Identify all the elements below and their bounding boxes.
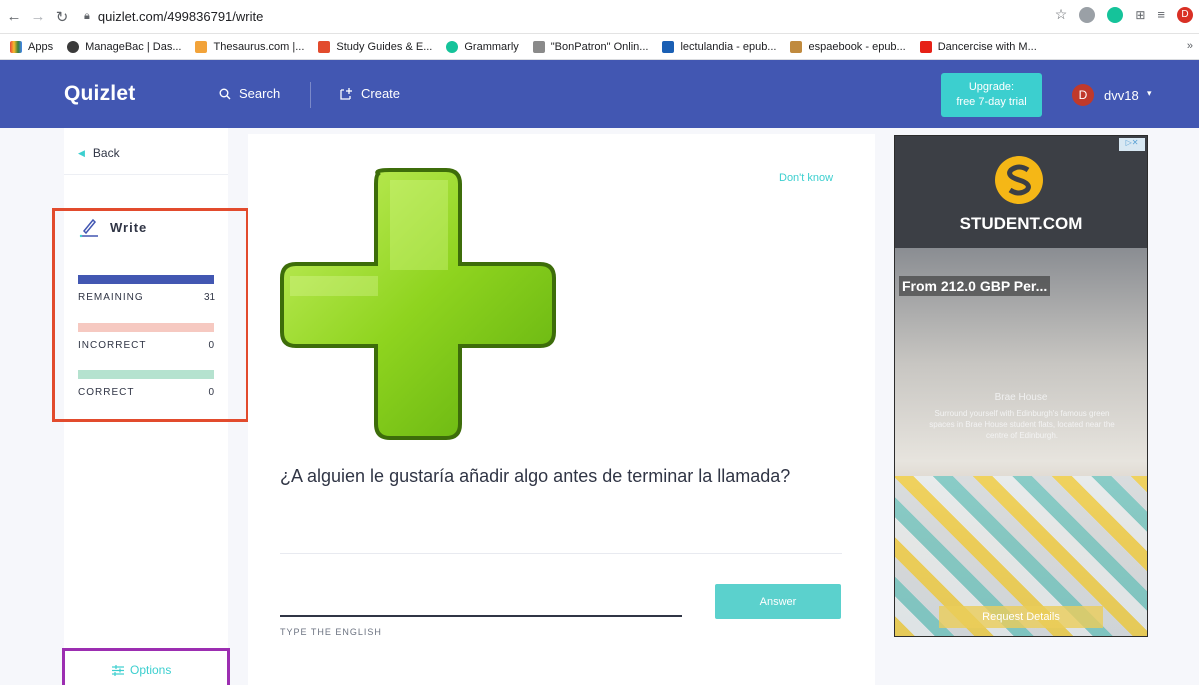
bookmark-thesaurus[interactable]: Thesaurus.com |... bbox=[195, 40, 304, 53]
back-arrow-icon[interactable]: ← bbox=[4, 7, 24, 27]
options-highlight-box: Options bbox=[62, 648, 230, 685]
apps-grid-icon bbox=[10, 40, 22, 53]
ad-price: From 212.0 GBP Per... bbox=[899, 276, 1051, 296]
answer-underline bbox=[280, 615, 682, 617]
bookmark-espaebook[interactable]: espaebook - epub... bbox=[790, 40, 906, 53]
ad-description: Surround yourself with Edinburgh's famou… bbox=[929, 409, 1115, 440]
ad-request-details-button[interactable]: Request Details bbox=[939, 606, 1103, 628]
student-com-logo-icon bbox=[995, 156, 1043, 204]
upgrade-line2: free 7-day trial bbox=[956, 96, 1027, 108]
bonpatron-icon bbox=[532, 40, 545, 53]
bookmark-study-guides[interactable]: Study Guides & E... bbox=[318, 40, 432, 53]
bookmarks-overflow-button[interactable]: » bbox=[1187, 40, 1193, 52]
bookmark-grammarly[interactable]: Grammarly bbox=[446, 40, 519, 53]
grammarly-icon bbox=[446, 40, 459, 53]
address-bar[interactable]: 🔒︎ quizlet.com/499836791/write bbox=[84, 5, 263, 29]
answer-button[interactable]: Answer bbox=[715, 584, 841, 619]
back-button[interactable]: ◀ Back bbox=[78, 146, 120, 160]
profile-avatar[interactable]: D bbox=[1177, 6, 1193, 23]
lectulandia-icon bbox=[662, 40, 675, 53]
create-link[interactable]: Create bbox=[340, 86, 400, 101]
search-link[interactable]: Search bbox=[219, 86, 280, 101]
sidebar-divider bbox=[64, 174, 228, 175]
lock-icon: 🔒︎ bbox=[84, 10, 90, 22]
bookmark-lectulandia[interactable]: lectulandia - epub... bbox=[662, 40, 776, 53]
create-icon bbox=[340, 88, 352, 100]
bookmark-dancercise[interactable]: Dancercise with M... bbox=[919, 40, 1037, 53]
url-text: quizlet.com/499836791/write bbox=[97, 9, 264, 24]
advertisement[interactable]: ▷✕ STUDENT.COM From 212.0 GBP Per... Bra… bbox=[895, 136, 1147, 636]
playlist-icon[interactable]: ≡ bbox=[1157, 7, 1165, 22]
back-label: Back bbox=[92, 146, 120, 160]
search-label: Search bbox=[239, 86, 281, 101]
youtube-icon bbox=[919, 40, 932, 53]
managebac-icon bbox=[67, 40, 80, 53]
site-header: Quizlet Search Create Upgrade: free 7-da… bbox=[0, 60, 1199, 128]
options-label: Options bbox=[130, 663, 172, 677]
question-divider bbox=[280, 553, 842, 554]
progress-highlight-box bbox=[52, 208, 249, 422]
bookmark-bonpatron[interactable]: "BonPatron" Onlin... bbox=[532, 40, 648, 53]
thesaurus-icon bbox=[195, 40, 208, 53]
bookmark-managebac[interactable]: ManageBac | Das... bbox=[67, 40, 181, 53]
forward-arrow-icon[interactable]: → bbox=[28, 7, 48, 27]
username[interactable]: dvv18 bbox=[1104, 88, 1139, 103]
create-label: Create bbox=[361, 86, 401, 101]
browser-extensions: ☆ ⊞ ≡ D bbox=[1055, 6, 1193, 23]
extension-icon[interactable] bbox=[1079, 6, 1096, 23]
star-icon[interactable]: ☆ bbox=[1055, 6, 1068, 23]
header-divider bbox=[310, 82, 311, 108]
bookmark-apps[interactable]: Apps bbox=[10, 40, 53, 53]
reload-icon[interactable]: ↻ bbox=[52, 7, 72, 27]
grammarly-extension-icon[interactable] bbox=[1107, 6, 1124, 23]
ad-brand: STUDENT.COM bbox=[959, 214, 1083, 233]
adchoices-icon[interactable]: ▷✕ bbox=[1119, 138, 1145, 151]
question-card: Don't know ¿A alguien le gustaría añadir… bbox=[248, 134, 875, 685]
study-sidebar: ◀ Back Write REMAINING 31 INCORRECT 0 CO… bbox=[52, 128, 249, 685]
upgrade-line1: Upgrade: bbox=[968, 81, 1015, 93]
answer-hint-label: TYPE THE ENGLISH bbox=[280, 627, 382, 637]
quizlet-logo[interactable]: Quizlet bbox=[64, 82, 135, 106]
green-plus-image bbox=[278, 166, 558, 442]
dont-know-link[interactable]: Don't know bbox=[779, 172, 833, 184]
upgrade-button[interactable]: Upgrade: free 7-day trial bbox=[941, 73, 1042, 117]
bookmarks-bar: Apps ManageBac | Das... Thesaurus.com |.… bbox=[0, 34, 1199, 60]
study-guides-icon bbox=[318, 40, 331, 53]
espaebook-icon bbox=[790, 40, 803, 53]
browser-toolbar: ← → ↻ 🔒︎ quizlet.com/499836791/write ☆ ⊞… bbox=[0, 0, 1199, 34]
options-sliders-icon bbox=[112, 664, 124, 676]
user-avatar[interactable]: D bbox=[1072, 84, 1094, 106]
question-text: ¿A alguien le gustaría añadir algo antes… bbox=[280, 466, 791, 486]
ad-house-title: Brae House bbox=[994, 392, 1048, 403]
grid-extension-icon[interactable]: ⊞ bbox=[1135, 8, 1145, 22]
answer-input[interactable] bbox=[280, 592, 682, 614]
back-triangle-icon: ◀ bbox=[78, 147, 85, 158]
chevron-down-icon[interactable]: ▾ bbox=[1147, 88, 1152, 99]
search-icon bbox=[219, 88, 231, 99]
options-button[interactable]: Options bbox=[112, 663, 171, 677]
